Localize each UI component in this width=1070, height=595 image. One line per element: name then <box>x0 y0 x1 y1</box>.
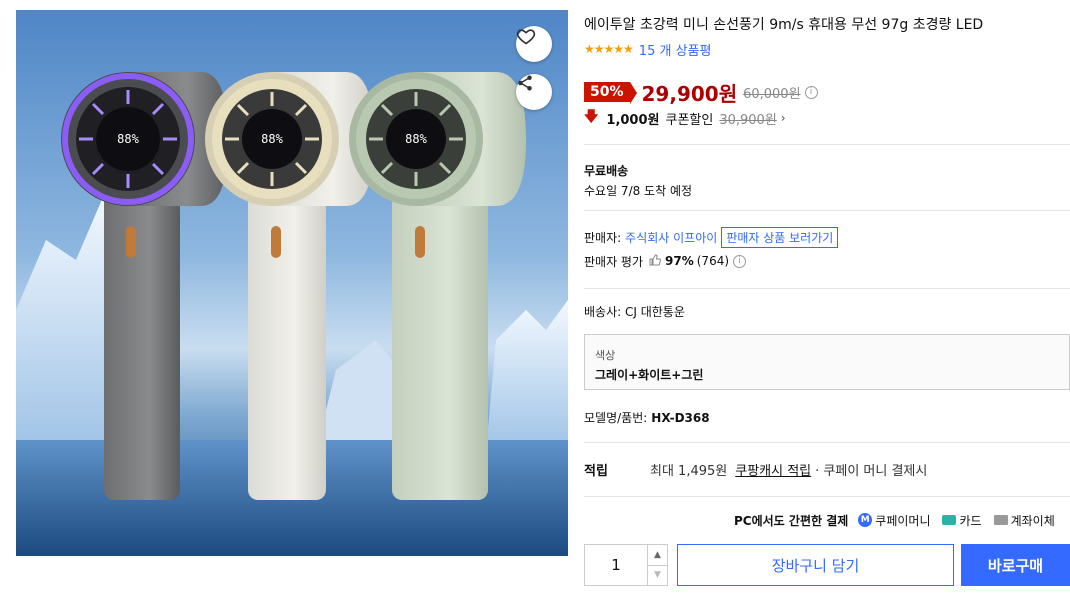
iceberg-right <box>486 300 568 450</box>
coupon-base-price: 30,900원 <box>719 112 777 128</box>
payment-title: PC에서도 간편한 결제 <box>734 513 849 528</box>
quantity-stepper: ▲ ▼ <box>584 544 668 586</box>
fan-green-display: 88% <box>405 132 427 146</box>
rating-summary[interactable]: ★★★★★ 15 개 상품평 <box>584 40 712 59</box>
product-title: 에이투알 초강력 미니 손선풍기 9m/s 휴대용 무선 97g 초경량 LED <box>584 17 984 33</box>
down-arrow-icon: 🡇 <box>584 109 599 125</box>
product-image[interactable]: 88% 88% 88% <box>16 10 568 556</box>
product-info-panel: 에이투알 초강력 미니 손선풍기 9m/s 휴대용 무선 97g 초경량 LED… <box>584 0 1070 595</box>
fan-gray-display: 88% <box>117 132 139 146</box>
info-icon[interactable]: i <box>733 254 747 268</box>
chevron-right-icon: › <box>780 111 786 125</box>
shipping-type: 무료배송 <box>584 164 629 178</box>
seller-products-button[interactable]: 판매자 상품 보러가기 <box>721 226 839 248</box>
payment-card[interactable]: 카드 <box>942 512 982 529</box>
wishlist-button[interactable] <box>516 26 552 62</box>
bank-transfer-icon <box>993 515 1008 525</box>
share-button[interactable] <box>516 74 552 110</box>
reward-row: 적립 최대 1,495원 쿠팡캐시 적립 · 쿠페이 머니 결제시 <box>584 460 1070 479</box>
product-photo: 88% 88% 88% <box>16 72 568 556</box>
thumbs-up-icon <box>649 253 662 269</box>
divider <box>584 442 1070 443</box>
payment-bank[interactable]: 계좌이체 <box>993 512 1055 529</box>
reward-condition: · 쿠페이 머니 결제시 <box>815 463 928 479</box>
reward-label: 적립 <box>584 463 608 479</box>
seller-row: 판매자: 주식회사 이프아이 판매자 상품 보러가기 <box>584 226 839 248</box>
heart-icon <box>516 29 536 45</box>
divider <box>584 496 1070 497</box>
quantity-stepper-buttons: ▲ ▼ <box>647 545 667 585</box>
model-row: 모델명/품번: HX-D368 <box>584 409 710 426</box>
model-label: 모델명/품번: <box>584 411 648 425</box>
original-price: 60,000원 <box>743 86 801 102</box>
buy-now-button[interactable]: 바로구매 <box>961 544 1070 586</box>
seller-rating-count: (764) <box>696 254 730 268</box>
color-option-select[interactable]: 색상 그레이+화이트+그린 <box>584 334 1070 390</box>
credit-card-icon <box>942 515 957 525</box>
discount-badge: 50% <box>584 82 636 104</box>
review-count-link[interactable]: 15 개 상품평 <box>639 40 712 59</box>
share-icon <box>518 75 532 91</box>
divider <box>584 144 1070 145</box>
reward-amount: 최대 1,495원 <box>650 463 728 479</box>
seller-rating-percent: 97% <box>665 254 694 268</box>
seller-label: 판매자: <box>584 230 622 245</box>
payment-methods: PC에서도 간편한 결제 M 쿠페이머니 카드 계좌이체 <box>734 511 1067 529</box>
seller-rating-label: 판매자 평가 <box>584 254 644 269</box>
fan-white-display: 88% <box>261 132 283 146</box>
quantity-decrease-button[interactable]: ▼ <box>648 564 667 586</box>
star-rating-icon: ★★★★★ <box>584 42 634 56</box>
sale-price: 29,900원 <box>641 81 738 106</box>
coupang-cash-link[interactable]: 쿠팡캐시 적립 <box>735 460 811 479</box>
seller-rating-row: 판매자 평가 97% (764) i <box>584 252 747 270</box>
quantity-increase-button[interactable]: ▲ <box>648 545 667 565</box>
coupay-icon: M <box>858 513 873 527</box>
payment-bank-label: 계좌이체 <box>1010 513 1055 528</box>
shipping-carrier: 배송사: CJ 대한통운 <box>584 305 685 319</box>
seller-name-link[interactable]: 주식회사 이프아이 <box>625 229 717 246</box>
coupon-amount: 1,000원 <box>606 112 660 128</box>
coupon-discount-row[interactable]: 🡇 1,000원 쿠폰할인 30,900원 › <box>584 109 786 128</box>
divider <box>584 210 1070 211</box>
payment-coupay-label: 쿠페이머니 <box>875 513 931 528</box>
model-number: HX-D368 <box>651 411 710 425</box>
price-row: 50% 29,900원 60,000원 i <box>584 79 818 106</box>
payment-coupay[interactable]: M 쿠페이머니 <box>858 512 930 529</box>
coupon-label: 쿠폰할인 <box>665 112 714 128</box>
info-icon[interactable]: i <box>804 85 818 99</box>
option-value: 그레이+화이트+그린 <box>595 368 704 382</box>
delivery-eta: 수요일 7/8 도착 예정 <box>584 184 693 198</box>
divider <box>584 288 1070 289</box>
add-to-cart-button[interactable]: 장바구니 담기 <box>677 544 954 586</box>
option-label: 색상 <box>595 349 616 362</box>
payment-card-label: 카드 <box>959 513 982 528</box>
quantity-input[interactable] <box>585 545 647 585</box>
